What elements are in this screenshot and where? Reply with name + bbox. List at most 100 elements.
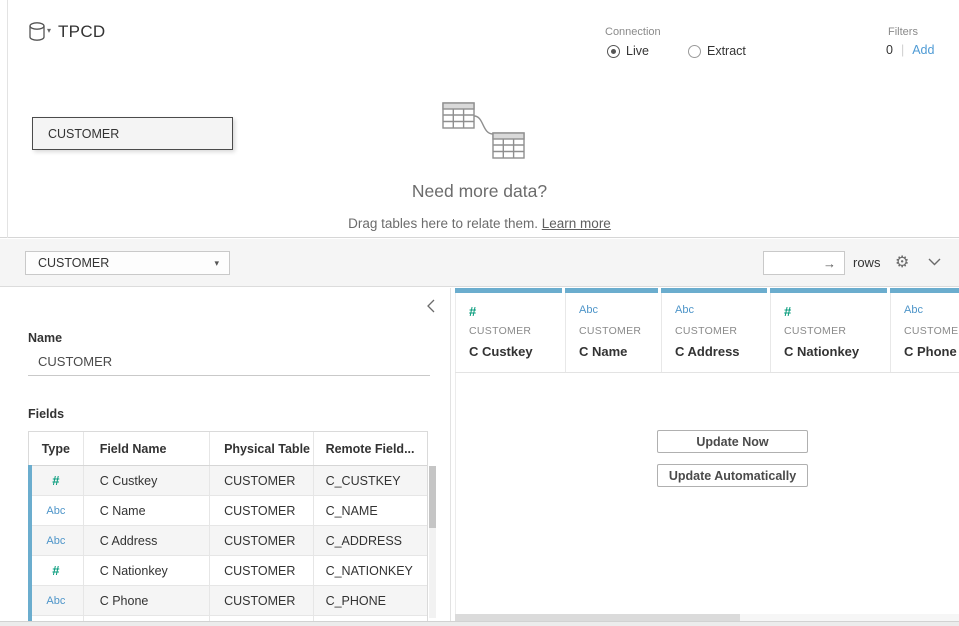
table-row[interactable]: Abc C Address CUSTOMER C_ADDRESS [29,526,427,556]
col-header-field-name[interactable]: Field Name [84,432,210,465]
cell-physical-table: CUSTOMER [210,466,314,495]
string-type-icon: Abc [904,304,959,320]
cell-remote-field: C_NAME [314,496,427,525]
cell-remote-field: C_PHONE [314,586,427,615]
canvas-table-customer[interactable]: CUSTOMER [32,117,233,150]
scrollbar-thumb[interactable] [429,466,436,528]
cell-field-name[interactable]: C Nationkey [84,556,210,585]
number-type-icon: # [469,304,565,320]
column-separator [661,293,662,372]
column-field-name[interactable]: C Name [579,344,661,359]
cell-physical-table: CUSTOMER [210,556,314,585]
cell-physical-table: CUSTOMER [210,496,314,525]
gear-icon[interactable]: ⚙ [895,252,909,271]
col-header-type[interactable]: Type [29,432,84,465]
data-preview-grid: # CUSTOMER C Custkey Abc CUSTOMER C Name… [452,288,959,621]
string-type-icon: Abc [29,586,84,615]
column-table-name: CUSTOMER [579,325,661,337]
col-header-physical-table[interactable]: Physical Table [210,432,314,465]
table-row[interactable]: Abc C Phone CUSTOMER C_PHONE [29,586,427,616]
filters-row: 0 | Add [886,43,934,57]
string-type-icon: Abc [29,526,84,555]
cell-physical-table: CUSTOMER [210,526,314,555]
datasource-toolbar: CUSTOMER ▾ → rows ⚙ [0,239,959,287]
grid-horizontal-scrollbar[interactable] [455,614,959,621]
table-select-value: CUSTOMER [38,256,109,270]
dropdown-caret-icon: ▾ [214,258,219,269]
grid-header-border [455,372,959,373]
column-table-name: CUSTOMER [784,325,890,337]
radio-live-label: Live [626,44,649,58]
grid-column-c-name[interactable]: Abc CUSTOMER C Name [565,288,661,359]
column-separator [565,293,566,372]
fields-table: Type Field Name Physical Table Remote Fi… [28,431,428,621]
cell-field-name[interactable]: C Address [84,526,210,555]
grid-column-c-nationkey[interactable]: # CUSTOMER C Nationkey [770,288,890,359]
empty-state-title: Need more data? [0,181,959,202]
column-field-name[interactable]: C Address [675,344,770,359]
string-type-icon: Abc [579,304,661,320]
fields-table-scrollbar[interactable] [429,466,436,618]
relate-tables-illustration-icon [440,99,530,161]
fields-table-header: Type Field Name Physical Table Remote Fi… [29,432,427,466]
number-type-icon: # [29,556,84,585]
table-row[interactable]: Abc C Name CUSTOMER C_NAME [29,496,427,526]
window-bottom-strip [0,621,959,626]
chevron-down-icon[interactable] [928,258,941,266]
canvas-table-label: CUSTOMER [48,127,119,141]
tableau-datasource-page: ▾ TPCD Connection Live Extract Filters 0… [0,0,959,626]
rows-go-arrow-icon[interactable]: → [823,256,836,271]
grid-column-c-phone[interactable]: Abc CUSTOMER C Phone [890,288,959,359]
cell-field-name[interactable]: C Name [84,496,210,525]
update-now-button[interactable]: Update Now [657,430,808,453]
rows-label: rows [853,255,880,270]
column-field-name[interactable]: C Nationkey [784,344,890,359]
scrollbar-thumb[interactable] [455,614,740,621]
table-row[interactable]: # C Custkey CUSTOMER C_CUSTKEY [29,466,427,496]
col-header-remote-field[interactable]: Remote Field... [314,432,427,465]
rows-count-input[interactable]: → [763,251,845,275]
number-type-icon: # [29,466,84,495]
learn-more-link[interactable]: Learn more [542,216,611,231]
name-label: Name [28,331,62,345]
empty-state-hint: Drag tables here to relate them. Learn m… [0,216,959,231]
radio-extract-icon[interactable] [688,45,701,58]
name-input-underline [28,375,430,376]
radio-live-icon[interactable] [607,45,620,58]
radio-extract-label: Extract [707,44,746,58]
update-automatically-button[interactable]: Update Automatically [657,464,808,487]
fields-table-selection-bar [28,465,32,621]
number-type-icon: # [784,304,890,320]
column-separator [890,293,891,372]
database-menu-caret-icon[interactable]: ▾ [47,26,51,35]
column-table-name: CUSTOMER [675,325,770,337]
empty-hint-text: Drag tables here to relate them. [348,216,538,231]
grid-column-c-custkey[interactable]: # CUSTOMER C Custkey [455,288,565,359]
collapse-panel-icon[interactable] [427,299,435,313]
cell-field-name[interactable]: C Phone [84,586,210,615]
radio-extract[interactable]: Extract [688,44,746,58]
table-details-panel: Name CUSTOMER Fields Type Field Name Phy… [0,288,451,621]
relationship-canvas: ▾ TPCD Connection Live Extract Filters 0… [0,0,959,238]
column-field-name[interactable]: C Custkey [469,344,565,359]
canvas-left-border [7,0,8,238]
filters-add-link[interactable]: Add [912,43,934,57]
name-input[interactable]: CUSTOMER [38,354,112,369]
cell-remote-field: C_NATIONKEY [314,556,427,585]
string-type-icon: Abc [29,496,84,525]
column-separator [770,293,771,372]
table-row[interactable]: # C Nationkey CUSTOMER C_NATIONKEY [29,556,427,586]
grid-column-c-address[interactable]: Abc CUSTOMER C Address [661,288,770,359]
column-table-name: CUSTOMER [469,325,565,337]
table-select-dropdown[interactable]: CUSTOMER ▾ [25,251,230,275]
cell-field-name[interactable]: C Custkey [84,466,210,495]
column-field-name[interactable]: C Phone [904,344,959,359]
filters-count: 0 [886,43,893,57]
datasource-title[interactable]: TPCD [58,22,105,42]
radio-live[interactable]: Live [607,44,649,58]
column-table-name: CUSTOMER [904,325,959,337]
cell-physical-table: CUSTOMER [210,586,314,615]
filters-divider: | [901,43,904,57]
cell-remote-field: C_ADDRESS [314,526,427,555]
filters-label: Filters [888,26,918,38]
